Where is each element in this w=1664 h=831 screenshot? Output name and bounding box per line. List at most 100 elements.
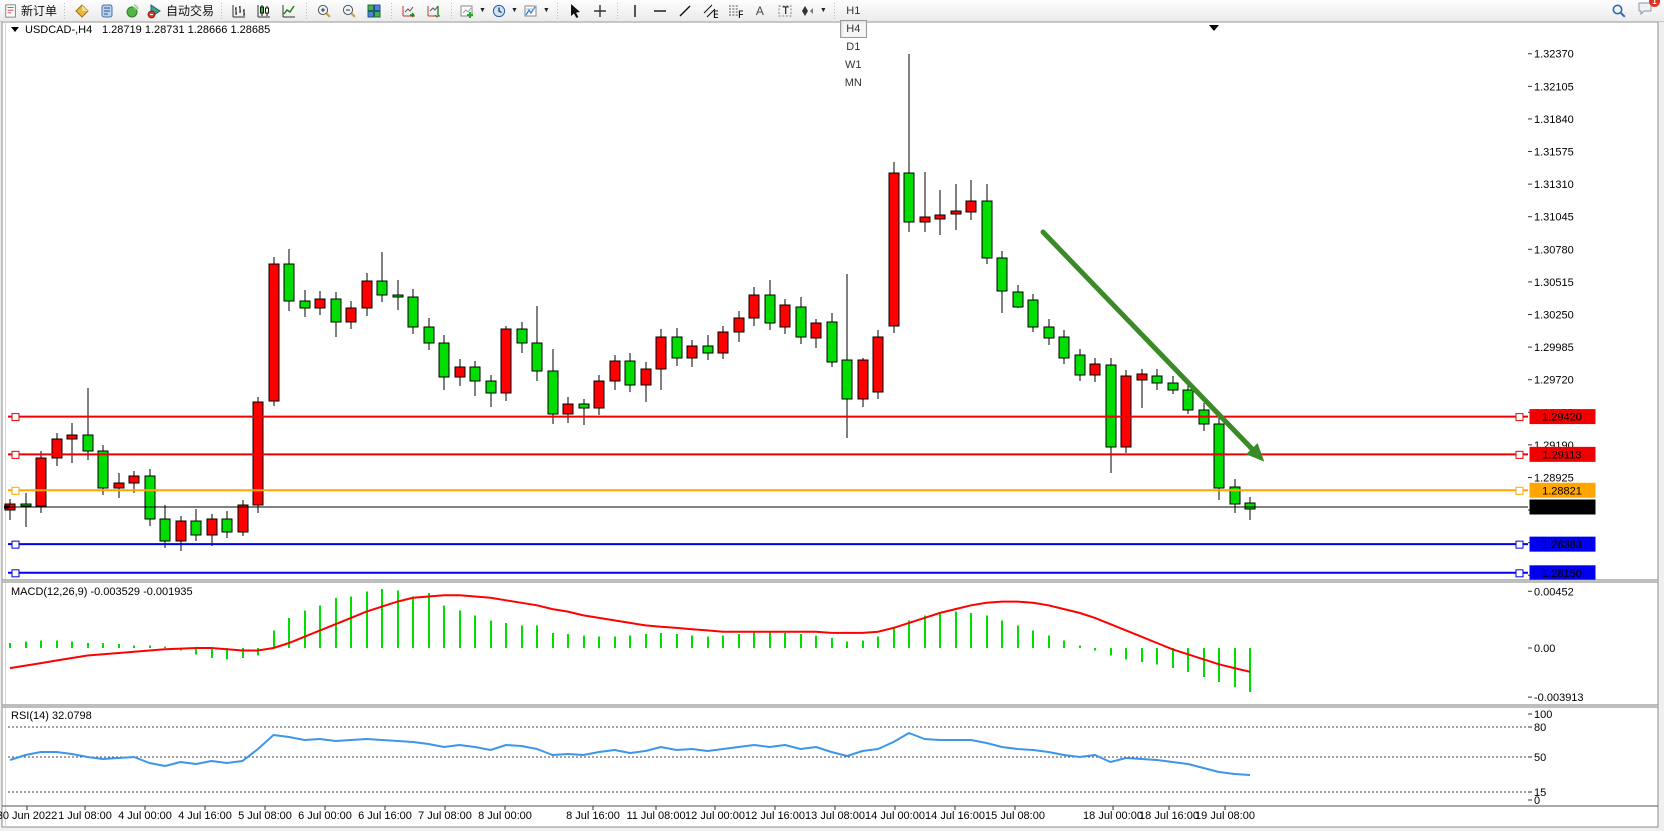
macd-axis-label: -0.003913 bbox=[1534, 692, 1584, 704]
line-handle[interactable] bbox=[12, 414, 19, 421]
price-badge-label: 1.29420 bbox=[1542, 412, 1582, 424]
timeframe-toolbar: M1M5M15M30H1H4D1W1MN bbox=[840, 0, 867, 92]
fibonacci-button[interactable]: F bbox=[723, 2, 747, 20]
candle bbox=[346, 308, 356, 322]
arrows-tool-button[interactable]: ▼ bbox=[798, 2, 829, 20]
time-axis-label: 4 Jul 00:00 bbox=[118, 810, 172, 822]
candle bbox=[811, 323, 821, 338]
candle bbox=[982, 201, 992, 258]
candle bbox=[827, 322, 837, 362]
time-axis-label: 1 Jul 08:00 bbox=[58, 810, 112, 822]
toolbar-separator bbox=[62, 3, 67, 19]
candle bbox=[222, 519, 232, 532]
chart-title-ohlc: 1.28719 1.28731 1.28666 1.28685 bbox=[102, 24, 270, 36]
candle bbox=[362, 281, 372, 308]
horizontal-line-button[interactable] bbox=[648, 2, 672, 20]
candle bbox=[300, 301, 310, 308]
line-handle[interactable] bbox=[12, 570, 19, 577]
data-window-icon bbox=[99, 3, 115, 19]
candle bbox=[439, 343, 449, 377]
toolbar-separator bbox=[555, 3, 560, 19]
candle bbox=[269, 264, 279, 401]
time-axis-label: 19 Jul 08:00 bbox=[1195, 810, 1255, 822]
candle-chart-button[interactable] bbox=[252, 2, 276, 20]
line-handle[interactable] bbox=[12, 487, 19, 494]
market-watch-icon bbox=[74, 3, 90, 19]
toolbar-separator bbox=[449, 3, 454, 19]
timeframe-button-H1[interactable]: H1 bbox=[840, 2, 867, 20]
candle bbox=[1168, 383, 1178, 390]
chart-shift-button[interactable] bbox=[422, 2, 446, 20]
price-badge-label: 1.28150 bbox=[1542, 568, 1582, 580]
candle bbox=[470, 367, 480, 381]
line-handle[interactable] bbox=[1516, 541, 1523, 548]
candle bbox=[579, 404, 589, 408]
arrows-tool-icon bbox=[800, 3, 816, 19]
rsi-label: RSI(14) 32.0798 bbox=[11, 710, 92, 722]
line-handle[interactable] bbox=[1516, 451, 1523, 458]
chart-canvas[interactable]: 1.323701.321051.318401.315751.313101.310… bbox=[0, 0, 1664, 831]
candle bbox=[532, 343, 542, 371]
equidistant-channel-button[interactable]: E bbox=[698, 2, 722, 20]
price-axis-label: 1.31840 bbox=[1534, 114, 1574, 126]
line-handle[interactable] bbox=[12, 541, 19, 548]
candle bbox=[951, 211, 961, 214]
time-axis-label: 14 Jul 00:00 bbox=[865, 810, 925, 822]
zoom-in-icon bbox=[316, 3, 332, 19]
line-handle[interactable] bbox=[12, 451, 19, 458]
candle bbox=[191, 521, 201, 535]
candle bbox=[1028, 300, 1038, 327]
time-axis-label: 11 Jul 08:00 bbox=[626, 810, 685, 822]
cursor-icon bbox=[567, 3, 583, 19]
text-label-button[interactable]: T bbox=[773, 2, 797, 20]
line-handle[interactable] bbox=[1516, 570, 1523, 577]
candle bbox=[889, 173, 899, 326]
data-window-button[interactable] bbox=[95, 2, 119, 20]
timeframe-button-MN[interactable]: MN bbox=[840, 74, 867, 92]
tile-windows-button[interactable] bbox=[362, 2, 386, 20]
cursor-button[interactable] bbox=[563, 2, 587, 20]
candle bbox=[656, 337, 666, 369]
svg-text:E: E bbox=[713, 9, 718, 19]
candle bbox=[284, 264, 294, 301]
time-axis-label: 14 Jul 16:00 bbox=[925, 810, 985, 822]
candle bbox=[517, 329, 527, 343]
trendline-button[interactable] bbox=[673, 2, 697, 20]
line-handle[interactable] bbox=[1516, 414, 1523, 421]
timeframe-button-D1[interactable]: D1 bbox=[840, 38, 867, 56]
navigator-button[interactable] bbox=[120, 2, 144, 20]
autotrading-button[interactable]: 自动交易 bbox=[145, 2, 216, 20]
periods-button[interactable]: ▼ bbox=[489, 2, 520, 20]
market-watch-button[interactable] bbox=[70, 2, 94, 20]
bar-chart-button[interactable] bbox=[227, 2, 251, 20]
vertical-line-button[interactable] bbox=[623, 2, 647, 20]
vertical-line-icon bbox=[627, 3, 643, 19]
candle bbox=[966, 201, 976, 212]
crosshair-button[interactable] bbox=[588, 2, 612, 20]
price-axis-label: 1.30515 bbox=[1534, 277, 1574, 289]
price-axis-label: 1.31310 bbox=[1534, 179, 1574, 191]
candle bbox=[331, 299, 341, 322]
candle bbox=[207, 519, 217, 535]
templates-button[interactable]: ▼ bbox=[521, 2, 552, 20]
search-icon[interactable] bbox=[1611, 3, 1627, 19]
line-handle[interactable] bbox=[1516, 487, 1523, 494]
timeframe-button-H4[interactable]: H4 bbox=[840, 20, 867, 38]
new-order-button[interactable]: 新订单 bbox=[2, 2, 59, 20]
time-axis-label: 6 Jul 00:00 bbox=[298, 810, 352, 822]
new-order-label: 新订单 bbox=[21, 2, 57, 19]
line-chart-button[interactable] bbox=[277, 2, 301, 20]
main-toolbar: 新订单 自动交易 ▼ ▼ bbox=[0, 0, 1664, 22]
text-button[interactable]: A bbox=[748, 2, 772, 20]
indicators-button[interactable]: ▼ bbox=[457, 2, 488, 20]
price-axis-label: 1.30780 bbox=[1534, 244, 1574, 256]
time-axis-label: 5 Jul 08:00 bbox=[238, 810, 292, 822]
candle bbox=[749, 295, 759, 318]
zoom-out-button[interactable] bbox=[337, 2, 361, 20]
chart-title-symbol: USDCAD-,H4 bbox=[25, 24, 92, 36]
auto-scroll-button[interactable] bbox=[397, 2, 421, 20]
notifications-button[interactable]: 1 bbox=[1637, 0, 1654, 21]
zoom-in-button[interactable] bbox=[312, 2, 336, 20]
candle bbox=[920, 217, 930, 222]
timeframe-button-W1[interactable]: W1 bbox=[840, 56, 867, 74]
